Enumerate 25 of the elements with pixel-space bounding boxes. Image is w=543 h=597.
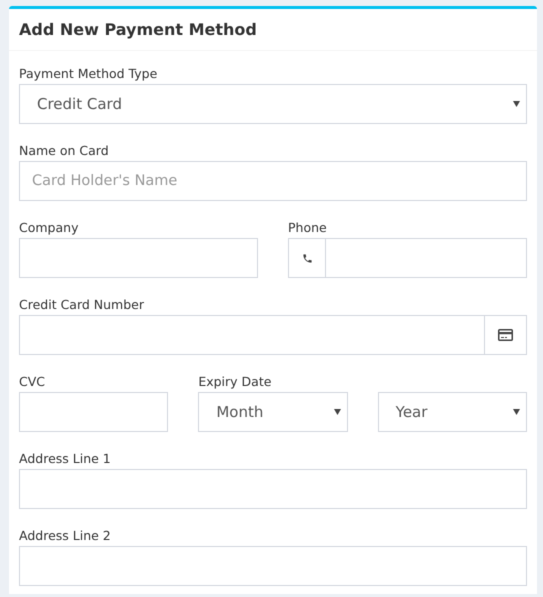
- field-label: Credit Card Number: [19, 296, 145, 313]
- select-field[interactable]: Month: [198, 392, 348, 432]
- card-title: Add New Payment Method: [19, 20, 257, 39]
- input-field[interactable]: [325, 238, 527, 278]
- input-field[interactable]: [19, 392, 168, 432]
- caret-icon: [512, 409, 520, 415]
- input-field[interactable]: [19, 546, 527, 586]
- select-field[interactable]: Credit Card: [19, 84, 527, 124]
- field-label: Address Line 2: [19, 527, 112, 544]
- input-field[interactable]: [19, 238, 258, 278]
- field-label: Company: [19, 219, 80, 236]
- credit-card-icon: [498, 329, 513, 341]
- phone-icon: [302, 252, 312, 264]
- field-label: Payment Method Type: [19, 65, 158, 82]
- input-field[interactable]: [19, 315, 485, 355]
- input-field[interactable]: Card Holder's Name: [19, 161, 527, 201]
- input-field[interactable]: [19, 469, 527, 509]
- field-label: Address Line 1: [19, 450, 112, 467]
- field-label: CVC: [19, 373, 46, 390]
- caret-icon: [513, 101, 520, 107]
- select-field[interactable]: Year: [378, 392, 527, 432]
- field-label: Phone: [288, 219, 328, 236]
- field-label: Name on Card: [19, 142, 110, 159]
- caret-icon: [334, 409, 341, 415]
- field-label: Expiry Date: [198, 373, 272, 390]
